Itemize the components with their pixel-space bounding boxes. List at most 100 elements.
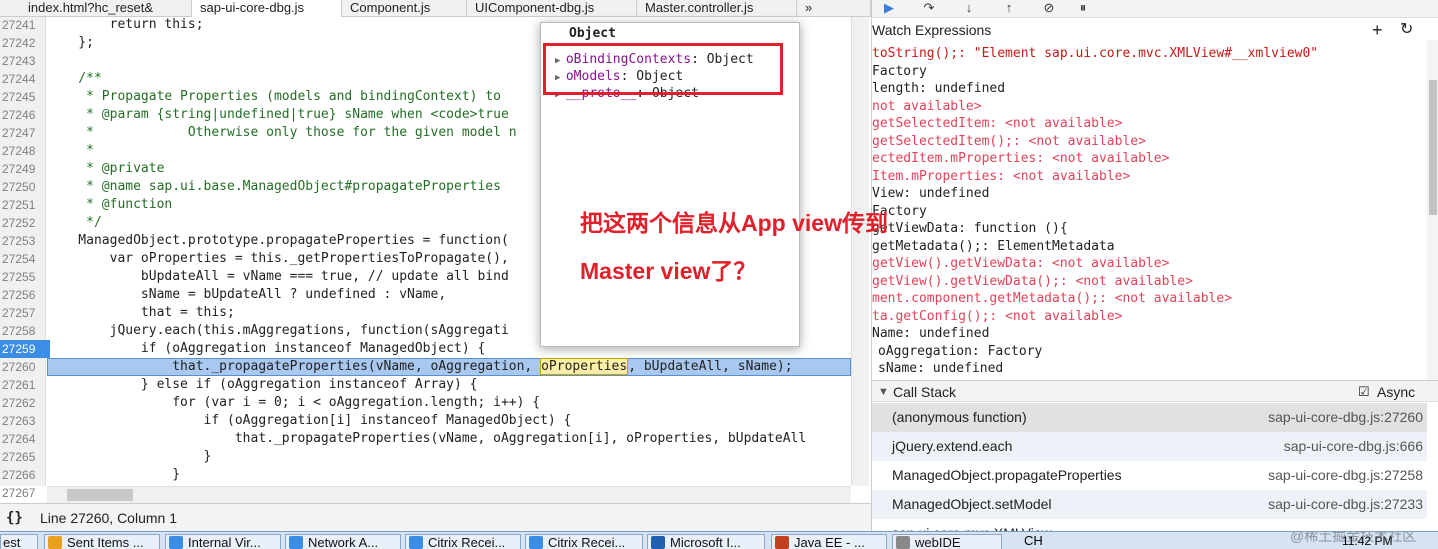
line-number[interactable]: 27262 bbox=[0, 394, 46, 412]
frame-location[interactable]: sap-ui-core-dbg.js:27258 bbox=[1268, 461, 1423, 490]
frame-location[interactable]: sap-ui-core-dbg.js:27260 bbox=[1268, 403, 1423, 432]
app-icon bbox=[169, 536, 183, 549]
line-number[interactable]: 27257 bbox=[0, 304, 46, 322]
taskbar-button[interactable]: Internal Vir... bbox=[165, 534, 281, 549]
line-number[interactable]: 27244 bbox=[0, 70, 46, 88]
watch-expression-row[interactable]: getView().getViewData();: <not available… bbox=[872, 273, 1427, 291]
taskbar-button-label: Citrix Recei... bbox=[548, 535, 626, 549]
add-expression-icon[interactable]: + bbox=[1372, 20, 1383, 40]
taskbar-button[interactable]: Network A... bbox=[285, 534, 401, 549]
breakpoint-marker[interactable]: 27259 bbox=[0, 340, 50, 358]
watch-expression-row[interactable]: length: undefined bbox=[872, 80, 1427, 98]
editor-tab[interactable]: Component.js bbox=[342, 0, 467, 17]
line-number[interactable]: 27255 bbox=[0, 268, 46, 286]
watch-expression-row[interactable]: Name: undefined bbox=[872, 325, 1427, 343]
line-number[interactable]: 27254 bbox=[0, 250, 46, 268]
editor-tab[interactable]: » bbox=[797, 0, 871, 17]
pretty-print-icon[interactable]: {} bbox=[6, 504, 23, 532]
taskbar-button[interactable]: est bbox=[0, 534, 38, 549]
editor-tab[interactable]: index.html?hc_reset& bbox=[0, 0, 192, 17]
frame-location[interactable]: sap-ui-core-dbg.js:666 bbox=[1284, 432, 1423, 461]
line-number[interactable]: 27245 bbox=[0, 88, 46, 106]
line-number[interactable]: 27253 bbox=[0, 232, 46, 250]
step-out-icon[interactable]: ↑ bbox=[1000, 0, 1018, 16]
step-into-icon[interactable]: ↓ bbox=[960, 0, 978, 16]
watch-expression-row[interactable]: toString();: "Element sap.ui.core.mvc.XM… bbox=[872, 45, 1427, 63]
line-number[interactable]: 27241 bbox=[0, 16, 46, 34]
code-line: that = this; bbox=[47, 305, 235, 320]
call-stack-frame[interactable]: jQuery.extend.each sap-ui-core-dbg.js:666 bbox=[872, 432, 1427, 461]
call-stack-frame[interactable]: ManagedObject.propagateProperties sap-ui-… bbox=[872, 461, 1427, 490]
scroll-thumb[interactable] bbox=[67, 489, 133, 501]
line-number[interactable]: 27263 bbox=[0, 412, 46, 430]
watch-expression-row[interactable]: Item.mProperties: <not available> bbox=[872, 168, 1427, 186]
frame-function: sap.ui.core.mvc.XMLView... bbox=[892, 519, 1063, 531]
watch-expression-row[interactable]: ment.component.getMetadata();: <not avai… bbox=[872, 290, 1427, 308]
line-number[interactable]: 27250 bbox=[0, 178, 46, 196]
async-checkbox[interactable]: ☑ bbox=[1358, 381, 1370, 403]
line-number[interactable]: 27251 bbox=[0, 196, 46, 214]
watch-expression-row[interactable]: Factory bbox=[872, 63, 1427, 81]
line-number[interactable]: 27248 bbox=[0, 142, 46, 160]
line-number[interactable]: 27256 bbox=[0, 286, 46, 304]
call-stack-frame[interactable]: (anonymous function) sap-ui-core-dbg.js:2… bbox=[872, 403, 1427, 432]
line-number[interactable]: 27261 bbox=[0, 376, 46, 394]
watch-expression-row[interactable]: View: undefined bbox=[872, 185, 1427, 203]
taskbar-button[interactable]: Sent Items ... bbox=[44, 534, 160, 549]
code-line: jQuery.each(this.mAggregations, function… bbox=[47, 323, 509, 338]
debugger-sidebar: ▶ ↷ ↓ ↑ ⊘ ⏸ Watch Expressions + ↻ toStri… bbox=[871, 0, 1438, 531]
line-number[interactable]: 27243 bbox=[0, 52, 46, 70]
watch-expression-row[interactable]: getSelectedItem();: <not available> bbox=[872, 133, 1427, 151]
line-number[interactable]: 27242 bbox=[0, 34, 46, 52]
editor-tab[interactable]: UIComponent-dbg.js bbox=[467, 0, 637, 17]
line-number[interactable]: 27267 bbox=[0, 484, 46, 502]
frame-function: (anonymous function) bbox=[892, 409, 1027, 425]
app-icon bbox=[289, 536, 303, 549]
line-number[interactable]: 27252 bbox=[0, 214, 46, 232]
deactivate-breakpoints-icon[interactable]: ⊘ bbox=[1040, 0, 1058, 16]
step-over-icon[interactable]: ↷ bbox=[920, 0, 938, 16]
taskbar-button[interactable]: Citrix Recei... bbox=[525, 534, 643, 549]
editor-horizontal-scrollbar[interactable] bbox=[47, 486, 851, 503]
line-number[interactable]: 27247 bbox=[0, 124, 46, 142]
taskbar-button[interactable]: webIDE bbox=[892, 534, 1002, 549]
pause-exceptions-icon[interactable]: ⏸ bbox=[1074, 0, 1092, 16]
call-stack-header[interactable]: ▼ Call Stack ☑ Async bbox=[872, 380, 1438, 402]
line-number[interactable]: 27249 bbox=[0, 160, 46, 178]
call-stack-frame[interactable]: ManagedObject.setModel sap-ui-core-dbg.js… bbox=[872, 490, 1427, 519]
line-number[interactable]: 27266 bbox=[0, 466, 46, 484]
code-line: * @name sap.ui.base.ManagedObject#propag… bbox=[47, 179, 501, 194]
watch-expression-row[interactable]: ta.getConfig();: <not available> bbox=[872, 308, 1427, 326]
taskbar-button[interactable]: Microsoft I... bbox=[647, 534, 765, 549]
line-number[interactable]: 27246 bbox=[0, 106, 46, 124]
editor-vertical-scrollbar[interactable] bbox=[851, 17, 869, 486]
line-number[interactable]: 27264 bbox=[0, 430, 46, 448]
watch-expressions-header[interactable]: Watch Expressions + ↻ bbox=[872, 20, 1427, 40]
watch-expression-row[interactable]: getSelectedItem: <not available> bbox=[872, 115, 1427, 133]
watch-scrollbar[interactable] bbox=[1427, 40, 1438, 380]
watch-expression-row[interactable]: oAggregation: Factory bbox=[878, 343, 1433, 361]
watch-expression-row[interactable]: getMetadata();: ElementMetadata bbox=[872, 238, 1427, 256]
taskbar-button[interactable]: Citrix Recei... bbox=[405, 534, 521, 549]
line-number-gutter[interactable]: 27241 27242 27243 27244 27245 27246 27247 27248… bbox=[0, 16, 50, 500]
watch-expression-row[interactable]: not available> bbox=[872, 98, 1427, 116]
watch-expression-row[interactable]: Factory bbox=[872, 203, 1427, 221]
watch-expression-row[interactable]: getViewData: function (){ bbox=[872, 220, 1427, 238]
refresh-icon[interactable]: ↻ bbox=[1400, 20, 1413, 40]
code-line: */ bbox=[47, 215, 102, 230]
watch-expression-row[interactable]: ectedItem.mProperties: <not available> bbox=[872, 150, 1427, 168]
frame-location[interactable]: sap-ui-core-dbg.js:27233 bbox=[1268, 490, 1423, 519]
resume-icon[interactable]: ▶ bbox=[880, 0, 898, 16]
watch-expression-row[interactable]: getView().getViewData: <not available> bbox=[872, 255, 1427, 273]
editor-tab[interactable]: sap-ui-core-dbg.js bbox=[192, 0, 342, 17]
scroll-thumb[interactable] bbox=[1429, 80, 1437, 215]
language-indicator[interactable]: CH bbox=[1024, 533, 1043, 548]
line-number[interactable]: 27260 bbox=[0, 358, 46, 376]
taskbar-button[interactable]: Java EE - ... bbox=[771, 534, 887, 549]
line-number[interactable]: 27265 bbox=[0, 448, 46, 466]
app-icon bbox=[48, 536, 62, 549]
line-number[interactable]: 27258 bbox=[0, 322, 46, 340]
watch-expression-row[interactable]: sName: undefined bbox=[878, 360, 1433, 378]
editor-tab[interactable]: Master.controller.js bbox=[637, 0, 797, 17]
call-stack-frame[interactable]: sap.ui.core.mvc.XMLView... bbox=[872, 519, 1427, 531]
